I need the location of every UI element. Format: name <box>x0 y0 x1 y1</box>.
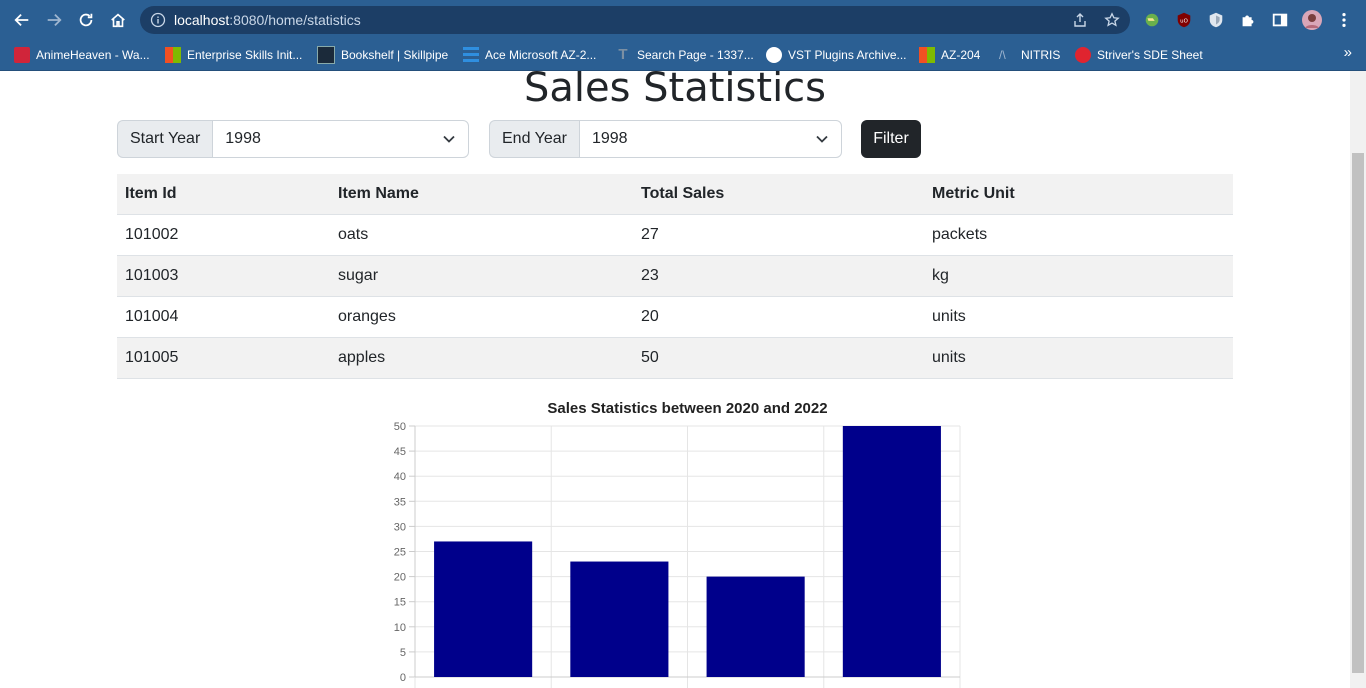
cell-item-name: apples <box>330 337 633 379</box>
forward-icon[interactable] <box>40 6 68 34</box>
t-icon: T <box>618 46 628 63</box>
end-year-select[interactable]: 1998 <box>578 120 842 158</box>
y-tick-label: 15 <box>394 597 406 609</box>
cell-item-id: 101005 <box>117 337 330 379</box>
side-panel-icon[interactable] <box>1270 10 1290 30</box>
microsoft-icon <box>919 47 935 63</box>
cell-item-id: 101002 <box>117 214 330 256</box>
url-text[interactable]: localhost:8080/home/statistics <box>174 12 361 28</box>
y-tick-label: 25 <box>394 547 406 559</box>
bar-chart: Sales Statistics between 2020 and 2022 0 5… <box>394 400 961 688</box>
cell-metric-unit: units <box>924 296 1233 338</box>
y-tick-label: 50 <box>394 421 406 433</box>
cell-item-id: 101003 <box>117 255 330 297</box>
column-header: Total Sales <box>633 174 924 215</box>
y-tick-label: 40 <box>394 471 406 483</box>
bookmark-striver[interactable]: Striver's SDE Sheet <box>1075 44 1203 66</box>
scrollbar[interactable] <box>1350 71 1366 688</box>
striver-icon <box>1075 47 1091 63</box>
table-row: 101002 oats 27 packets <box>117 214 1233 256</box>
start-year-label: Start Year <box>117 120 213 158</box>
table-row: 101005 apples 50 units <box>117 337 1233 379</box>
site-info-icon[interactable] <box>150 12 166 28</box>
end-year-label: End Year <box>489 120 579 158</box>
bookmark-ace-microsoft[interactable]: Ace Microsoft AZ-2... <box>463 44 596 66</box>
cell-metric-unit: kg <box>924 255 1233 297</box>
scrollbar-thumb[interactable] <box>1352 153 1364 673</box>
star-icon[interactable] <box>1104 12 1120 28</box>
home-icon[interactable] <box>104 6 132 34</box>
end-year-group: End Year 1998 <box>489 120 842 158</box>
y-tick-label: 20 <box>394 572 406 584</box>
start-year-select[interactable]: 1998 <box>212 120 470 158</box>
address-bar[interactable]: localhost:8080/home/statistics <box>140 6 1130 34</box>
extension-globe-icon[interactable] <box>1142 10 1162 30</box>
skillpipe-icon <box>317 46 335 64</box>
ace-icon <box>463 47 479 63</box>
bookmarks-overflow-icon[interactable]: » <box>1344 44 1352 61</box>
y-tick-label: 45 <box>394 446 406 458</box>
browser-toolbar: localhost:8080/home/statistics uO <box>0 0 1366 40</box>
profile-avatar[interactable] <box>1302 10 1322 30</box>
microsoft-icon <box>165 47 181 63</box>
bar-oranges <box>706 576 805 677</box>
page-title: Sales Statistics <box>523 71 827 111</box>
cell-total-sales: 50 <box>633 337 924 379</box>
bookmarks-bar: AnimeHeaven - Wa... Enterprise Skills In… <box>0 40 1366 71</box>
page-content: Sales Statistics Start Year 1998 End Yea… <box>0 71 1350 688</box>
bar-oats <box>434 541 533 677</box>
column-header: Item Name <box>330 174 633 215</box>
bookmark-animeheaven[interactable]: AnimeHeaven - Wa... <box>14 44 150 66</box>
sales-chart: Sales Statistics between 2020 and 2022 0 5… <box>360 391 980 688</box>
shield-icon[interactable] <box>1206 10 1226 30</box>
y-tick-label: 5 <box>400 647 406 659</box>
bookmark-search-page[interactable]: T Search Page - 1337... <box>615 44 753 66</box>
back-icon[interactable] <box>8 6 36 34</box>
cell-item-name: oats <box>330 214 633 256</box>
cell-metric-unit: units <box>924 337 1233 379</box>
globe-icon <box>766 47 782 63</box>
svg-text:uO: uO <box>1180 19 1188 25</box>
reload-icon[interactable] <box>72 6 100 34</box>
y-tick-label: 10 <box>394 622 406 634</box>
filter-button[interactable]: Filter <box>861 120 921 158</box>
y-tick-label: 30 <box>394 521 406 533</box>
menu-kebab-icon[interactable] <box>1334 10 1354 30</box>
bookmark-vst-plugins[interactable]: VST Plugins Archive... <box>766 44 907 66</box>
sales-table: Item Id Item Name Total Sales Metric Uni… <box>117 174 1233 379</box>
cell-item-id: 101004 <box>117 296 330 338</box>
cell-total-sales: 20 <box>633 296 924 338</box>
cell-total-sales: 27 <box>633 214 924 256</box>
bookmark-enterprise-skills[interactable]: Enterprise Skills Init... <box>165 44 302 66</box>
bar-apples <box>842 426 941 677</box>
nitris-icon: /\ <box>999 48 1006 62</box>
cell-item-name: oranges <box>330 296 633 338</box>
cell-total-sales: 23 <box>633 255 924 297</box>
table-header-row: Item Id Item Name Total Sales Metric Uni… <box>117 174 1233 215</box>
bookmark-az-204[interactable]: AZ-204 <box>919 44 980 66</box>
extensions-puzzle-icon[interactable] <box>1238 10 1258 30</box>
animeheaven-icon <box>14 47 30 63</box>
bookmark-nitris[interactable]: /\ NITRIS <box>999 44 1060 66</box>
chevron-down-icon <box>443 135 455 143</box>
share-icon[interactable] <box>1072 12 1088 28</box>
y-tick-label: 35 <box>394 496 406 508</box>
y-tick-label: 0 <box>400 672 406 684</box>
column-header: Item Id <box>117 174 330 215</box>
table-row: 101004 oranges 20 units <box>117 296 1233 338</box>
ublock-icon[interactable]: uO <box>1174 10 1194 30</box>
cell-item-name: sugar <box>330 255 633 297</box>
chevron-down-icon <box>816 135 828 143</box>
column-header: Metric Unit <box>924 174 1233 215</box>
cell-metric-unit: packets <box>924 214 1233 256</box>
chart-title: Sales Statistics between 2020 and 2022 <box>547 400 827 417</box>
table-row: 101003 sugar 23 kg <box>117 255 1233 297</box>
bar-sugar <box>570 561 669 677</box>
start-year-group: Start Year 1998 <box>117 120 470 158</box>
bookmark-skillpipe[interactable]: Bookshelf | Skillpipe <box>317 44 448 66</box>
